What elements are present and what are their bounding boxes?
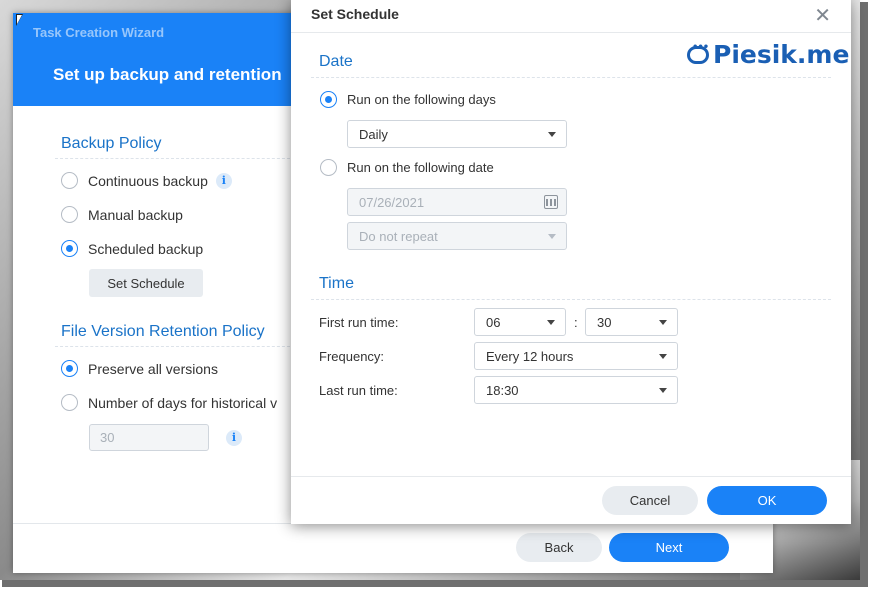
select-value: Daily xyxy=(359,127,388,142)
chevron-down-icon xyxy=(659,388,667,393)
section-divider xyxy=(311,77,831,78)
back-button[interactable]: Back xyxy=(516,533,602,562)
first-run-hour-select[interactable]: 06 xyxy=(474,308,566,336)
option-label: Number of days for historical v xyxy=(88,394,278,411)
date-value: 07/26/2021 xyxy=(359,195,425,210)
chevron-down-icon xyxy=(659,320,667,325)
select-value: 18:30 xyxy=(486,383,519,398)
wizard-heading: Set up backup and retention xyxy=(53,65,282,84)
backup-policy-title: Backup Policy xyxy=(61,135,162,152)
info-icon[interactable]: i xyxy=(226,430,242,446)
next-button[interactable]: Next xyxy=(609,533,729,562)
last-run-label: Last run time: xyxy=(319,383,398,398)
radio-button[interactable] xyxy=(320,159,337,176)
radio-button-selected[interactable] xyxy=(61,240,78,257)
time-section-title: Time xyxy=(319,275,354,292)
dialog-footer-divider xyxy=(291,476,851,477)
first-run-minute-select[interactable]: 30 xyxy=(585,308,678,336)
close-icon[interactable]: ✕ xyxy=(814,3,831,28)
last-run-select[interactable]: 18:30 xyxy=(474,376,678,404)
radio-button[interactable] xyxy=(61,172,78,189)
radio-button-selected[interactable] xyxy=(61,360,78,377)
scheduled-backup-option[interactable]: Scheduled backup xyxy=(61,240,203,257)
repeat-select[interactable]: Do not repeat xyxy=(347,222,567,250)
select-value: Every 12 hours xyxy=(486,349,574,364)
date-picker-input[interactable]: 07/26/2021 xyxy=(347,188,567,216)
chevron-down-icon xyxy=(659,354,667,359)
option-label: Continuous backup xyxy=(88,172,208,189)
option-label: Scheduled backup xyxy=(88,240,204,257)
watermark-logo: Piesik.me xyxy=(687,40,849,69)
frequency-select[interactable]: Every 12 hours xyxy=(474,342,678,370)
chevron-down-icon xyxy=(547,320,555,325)
set-schedule-dialog: Set Schedule ✕ Piesik.me Date Run on the… xyxy=(291,0,851,524)
date-section-title: Date xyxy=(319,53,353,70)
section-divider xyxy=(311,299,831,300)
chevron-down-icon xyxy=(548,132,556,137)
retention-policy-title: File Version Retention Policy xyxy=(61,323,265,340)
frequency-label: Frequency: xyxy=(319,349,385,364)
days-history-option[interactable]: Number of days for historical v xyxy=(61,394,277,411)
radio-button[interactable] xyxy=(61,206,78,223)
days-history-input[interactable]: 30 xyxy=(89,424,209,451)
wizard-window-title: Task Creation Wizard xyxy=(33,25,165,40)
dialog-header-divider xyxy=(291,32,851,33)
calendar-icon[interactable] xyxy=(544,195,558,209)
select-value: 30 xyxy=(597,315,612,330)
option-label: Manual backup xyxy=(88,206,183,223)
preserve-all-versions-option[interactable]: Preserve all versions xyxy=(61,360,218,377)
chat-bubble-icon xyxy=(687,42,709,64)
radio-button-selected[interactable] xyxy=(320,91,337,108)
chevron-down-icon xyxy=(548,234,556,239)
run-days-select[interactable]: Daily xyxy=(347,120,567,148)
run-following-date-option[interactable]: Run on the following date xyxy=(320,159,494,176)
cursor-icon xyxy=(16,14,23,26)
watermark-text: Piesik.me xyxy=(713,40,850,69)
radio-button[interactable] xyxy=(61,394,78,411)
select-value: 06 xyxy=(486,315,501,330)
run-following-days-option[interactable]: Run on the following days xyxy=(320,91,496,108)
set-schedule-button[interactable]: Set Schedule xyxy=(89,269,203,297)
continuous-backup-option[interactable]: Continuous backup i xyxy=(61,172,232,189)
option-label: Run on the following days xyxy=(347,92,496,107)
info-icon[interactable]: i xyxy=(215,172,232,189)
dialog-title: Set Schedule xyxy=(311,6,399,22)
first-run-label: First run time: xyxy=(319,315,399,330)
cancel-button[interactable]: Cancel xyxy=(602,486,698,515)
section-divider xyxy=(55,346,295,347)
time-separator: : xyxy=(574,315,578,330)
ok-button[interactable]: OK xyxy=(707,486,827,515)
manual-backup-option[interactable]: Manual backup xyxy=(61,206,183,223)
select-value: Do not repeat xyxy=(359,229,438,244)
option-label: Run on the following date xyxy=(347,160,494,175)
option-label: Preserve all versions xyxy=(88,360,218,377)
section-divider xyxy=(55,158,295,159)
